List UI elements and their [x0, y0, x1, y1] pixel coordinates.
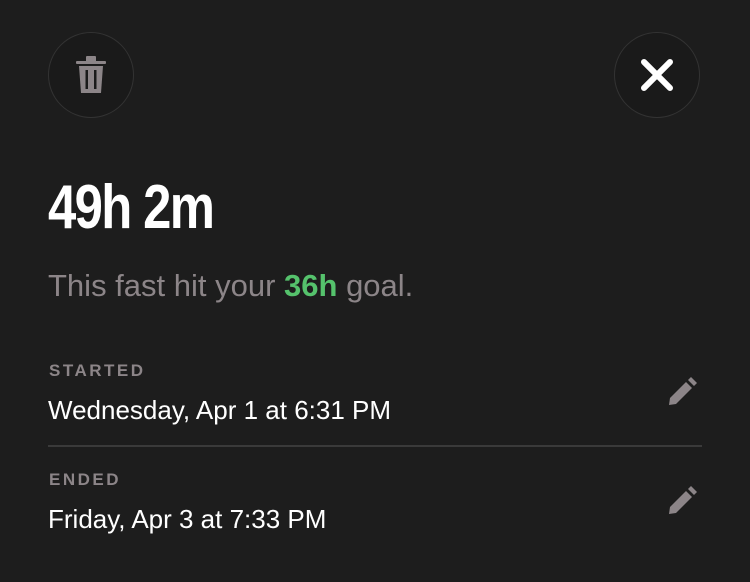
ended-label: ENDED [49, 470, 122, 489]
started-time: Wednesday, Apr 1 at 6:31 PM [48, 395, 392, 425]
goal-prefix: This fast hit your [48, 268, 285, 303]
delete-button[interactable] [48, 32, 134, 118]
close-button[interactable] [614, 32, 700, 118]
pencil-icon [669, 486, 697, 514]
goal-suffix: goal. [337, 268, 414, 303]
goal-value: 36h [284, 268, 338, 303]
close-icon [641, 59, 673, 91]
edit-start-button[interactable] [662, 372, 702, 412]
fast-duration: 49h 2m [48, 173, 215, 242]
started-label: STARTED [49, 361, 146, 380]
goal-status: This fast hit your 36h goal. [48, 266, 413, 306]
section-divider [48, 445, 702, 447]
ended-time: Friday, Apr 3 at 7:33 PM [48, 504, 327, 534]
trash-icon [76, 56, 106, 93]
edit-end-button[interactable] [662, 481, 702, 521]
pencil-icon [669, 377, 697, 405]
